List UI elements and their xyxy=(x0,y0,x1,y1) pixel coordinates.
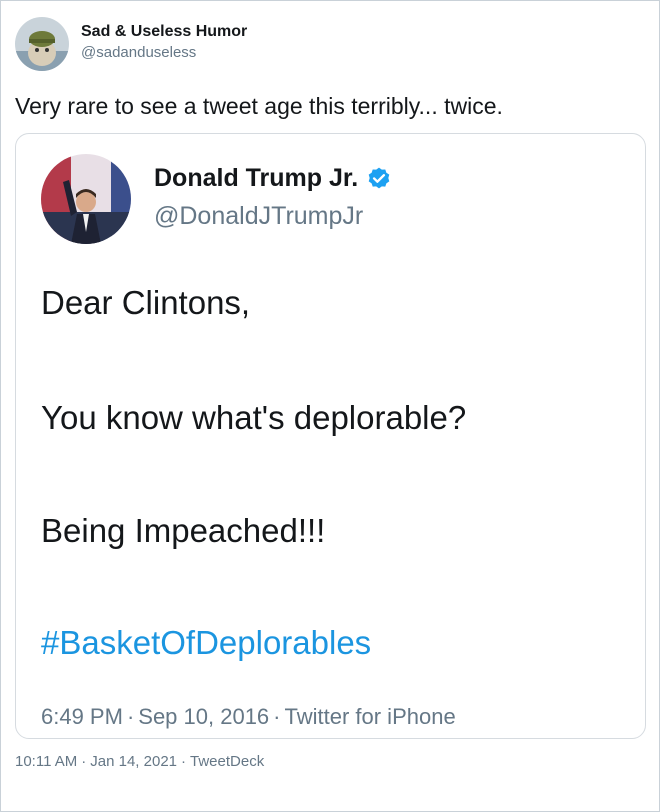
quoted-source: Twitter for iPhone xyxy=(284,704,456,729)
quoted-text-line-3: Being Impeached!!! xyxy=(41,512,326,549)
author-name[interactable]: Sad & Useless Humor xyxy=(81,23,247,41)
verified-badge-icon xyxy=(366,166,392,192)
quoted-hashtag-link: #BasketOfDeplorables xyxy=(41,624,372,661)
tweet-time[interactable]: 10:11 AM xyxy=(15,753,77,770)
tweet-card: Sad & Useless Humor @sadanduseless Very … xyxy=(0,0,660,812)
author-avatar[interactable] xyxy=(15,17,69,71)
quoted-tweet-meta: 6:49 PM · Sep 10, 2016 · Twitter for iPhone xyxy=(41,704,456,730)
author-handle[interactable]: @sadanduseless xyxy=(81,44,196,61)
quoted-author-name: Donald Trump Jr. xyxy=(154,164,359,192)
tweet-date[interactable]: Jan 14, 2021 xyxy=(90,753,177,770)
separator-dot: · xyxy=(126,704,135,729)
tweet-text: Very rare to see a tweet age this terrib… xyxy=(15,93,503,119)
quoted-avatar-image xyxy=(41,154,131,244)
quoted-date: Sep 10, 2016 xyxy=(138,704,270,729)
quoted-text-line-1: Dear Clintons, xyxy=(41,284,251,321)
separator-dot: · xyxy=(81,753,87,770)
separator-dot: · xyxy=(181,753,187,770)
separator-dot: · xyxy=(273,704,281,729)
tweet-meta: 10:11 AM · Jan 14, 2021 · TweetDeck xyxy=(15,753,264,770)
quoted-text-line-2: You know what's deplorable? xyxy=(41,399,467,436)
author-avatar-image xyxy=(15,17,69,71)
tweet-source[interactable]: TweetDeck xyxy=(190,753,264,770)
quoted-author-handle: @DonaldJTrumpJr xyxy=(154,202,364,230)
quoted-author-name-row: Donald Trump Jr. xyxy=(154,164,392,193)
quoted-author-avatar xyxy=(41,154,131,244)
quoted-time: 6:49 PM xyxy=(41,704,123,729)
quoted-tweet-image[interactable]: Donald Trump Jr. @DonaldJTrumpJr Dear Cl… xyxy=(15,133,646,739)
